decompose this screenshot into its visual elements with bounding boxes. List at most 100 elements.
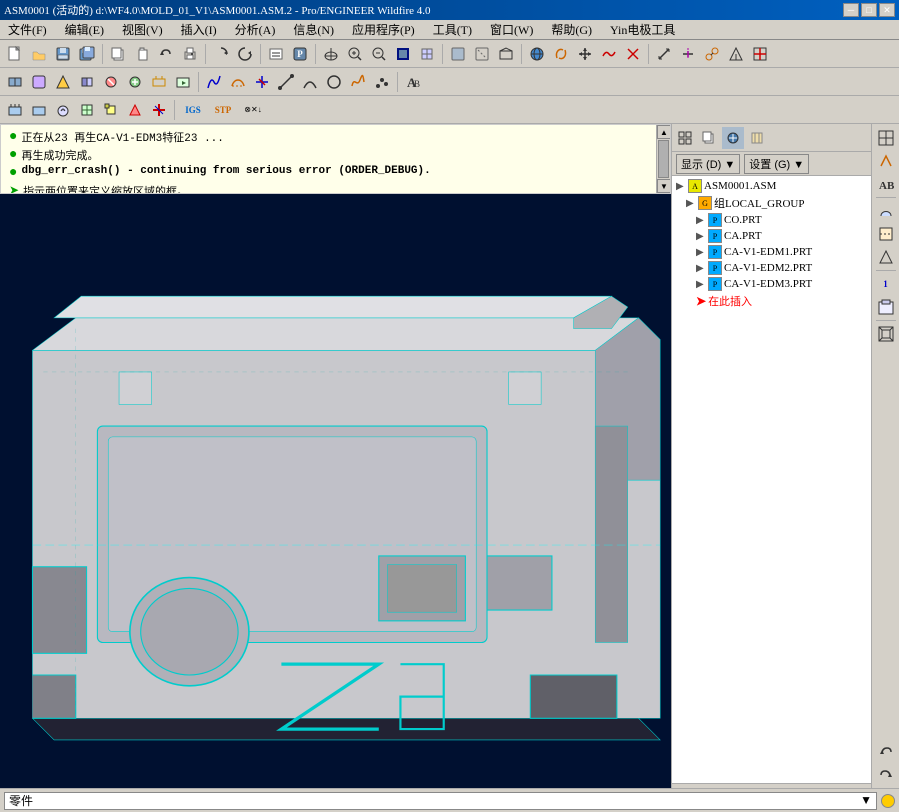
tb3-exit[interactable]: ⊗✕↓ xyxy=(239,99,267,121)
tb2-circle[interactable] xyxy=(323,71,345,93)
tb-repaint[interactable] xyxy=(392,43,414,65)
tb-measure1[interactable] xyxy=(653,43,675,65)
tb-open[interactable] xyxy=(28,43,50,65)
tb3-1[interactable] xyxy=(4,99,26,121)
tb-paste[interactable] xyxy=(131,43,153,65)
expand-edm3[interactable]: ▶ xyxy=(696,279,708,290)
tb2-text[interactable]: AB xyxy=(402,71,424,93)
rp-nav-btn[interactable] xyxy=(722,127,744,149)
tree-node-edm3[interactable]: ▶ P CA-V1-EDM3.PRT xyxy=(674,276,869,292)
sr-icon-9[interactable] xyxy=(876,324,896,344)
menu-tools[interactable]: 工具(T) xyxy=(429,19,476,40)
tb-section[interactable] xyxy=(749,43,771,65)
tb-globe[interactable] xyxy=(526,43,548,65)
sr-icon-5[interactable] xyxy=(876,224,896,244)
minimize-button[interactable]: ─ xyxy=(843,3,859,17)
tb2-4[interactable] xyxy=(76,71,98,93)
tb-params[interactable]: P xyxy=(289,43,311,65)
rp-grid-btn[interactable] xyxy=(674,127,696,149)
tb3-7[interactable] xyxy=(148,99,170,121)
viewport[interactable] xyxy=(0,194,671,788)
expand-edm2[interactable]: ▶ xyxy=(696,263,708,274)
menu-analysis[interactable]: 分析(A) xyxy=(231,19,280,40)
tb-undo2[interactable] xyxy=(155,43,177,65)
tb2-6[interactable] xyxy=(124,71,146,93)
sr-icon-2[interactable] xyxy=(876,151,896,171)
tb-hidden[interactable] xyxy=(471,43,493,65)
menu-edit[interactable]: 编辑(E) xyxy=(61,19,108,40)
tb2-crv2[interactable] xyxy=(227,71,249,93)
settings-dropdown[interactable]: 设置 (G) ▼ xyxy=(744,154,809,174)
tb-print[interactable] xyxy=(179,43,201,65)
menu-insert[interactable]: 插入(I) xyxy=(177,19,221,40)
tb-spin[interactable] xyxy=(550,43,572,65)
sr-icon-8[interactable] xyxy=(876,297,896,317)
expand-ca-prt[interactable]: ▶ xyxy=(696,231,708,242)
tb-wireframe[interactable] xyxy=(495,43,517,65)
tb2-3[interactable] xyxy=(52,71,74,93)
expand-co-prt[interactable]: ▶ xyxy=(696,215,708,226)
sr-icon-7[interactable]: 1 xyxy=(876,274,896,294)
menu-help[interactable]: 帮助(G) xyxy=(547,19,596,40)
tb-measure3[interactable] xyxy=(701,43,723,65)
tree-node-local-group[interactable]: ▶ G 组LOCAL_GROUP xyxy=(674,194,869,212)
part-selector[interactable]: 零件 ▼ xyxy=(4,792,877,810)
maximize-button[interactable]: □ xyxy=(861,3,877,17)
tb3-5[interactable] xyxy=(100,99,122,121)
tree-node-co-prt[interactable]: ▶ P CO.PRT xyxy=(674,212,869,228)
menu-apps[interactable]: 应用程序(P) xyxy=(348,19,419,40)
tree-node-asm0001[interactable]: ▶ A ASM0001.ASM xyxy=(674,178,869,194)
undo-button[interactable] xyxy=(876,741,896,761)
sr-icon-3[interactable]: AB xyxy=(876,174,896,194)
redo-button[interactable] xyxy=(876,764,896,784)
expand-local-group[interactable]: ▶ xyxy=(686,198,698,209)
tb2-spline[interactable] xyxy=(347,71,369,93)
msg-scrollbar[interactable]: ▲ ▼ xyxy=(656,125,670,193)
tb2-1[interactable] xyxy=(4,71,26,93)
tree-node-edm2[interactable]: ▶ P CA-V1-EDM2.PRT xyxy=(674,260,869,276)
tb-copy[interactable] xyxy=(107,43,129,65)
model-tree[interactable]: ▶ A ASM0001.ASM ▶ G 组LOCAL_GROUP ▶ P CO.… xyxy=(672,176,871,783)
sr-icon-1[interactable] xyxy=(876,128,896,148)
tb-pan[interactable] xyxy=(574,43,596,65)
menu-yin[interactable]: Yin电极工具 xyxy=(606,19,679,40)
message-area[interactable]: ● 正在从23 再生CA-V1-EDM3特征23 ... ● 再生成功完成。 ●… xyxy=(0,124,671,194)
sr-icon-6[interactable] xyxy=(876,247,896,267)
expand-asm0001[interactable]: ▶ xyxy=(676,181,688,192)
tb3-igs[interactable]: IGS xyxy=(179,99,207,121)
menu-view[interactable]: 视图(V) xyxy=(118,19,167,40)
close-button[interactable]: ✕ xyxy=(879,3,895,17)
tb-save-all[interactable] xyxy=(76,43,98,65)
tb3-stp[interactable]: STP xyxy=(209,99,237,121)
rp-copy-btn[interactable] xyxy=(698,127,720,149)
menu-file[interactable]: 文件(F) xyxy=(4,19,51,40)
tree-node-ca-prt[interactable]: ▶ P CA.PRT xyxy=(674,228,869,244)
tb-regen[interactable] xyxy=(210,43,232,65)
scroll-up-btn[interactable]: ▲ xyxy=(657,125,671,139)
tb-relations[interactable] xyxy=(265,43,287,65)
tree-node-insert[interactable]: ➤ 在此插入 xyxy=(674,292,869,310)
tb-shading[interactable] xyxy=(447,43,469,65)
tb-draft[interactable] xyxy=(725,43,747,65)
tb-zoom-in[interactable] xyxy=(344,43,366,65)
tb-view-orient[interactable] xyxy=(320,43,342,65)
tb-save[interactable] xyxy=(52,43,74,65)
expand-edm1[interactable]: ▶ xyxy=(696,247,708,258)
tb-measure2[interactable] xyxy=(677,43,699,65)
tb2-2[interactable] xyxy=(28,71,50,93)
menu-window[interactable]: 窗口(W) xyxy=(486,19,537,40)
tb-regen2[interactable] xyxy=(234,43,256,65)
menu-info[interactable]: 信息(N) xyxy=(289,19,338,40)
tb3-4[interactable] xyxy=(76,99,98,121)
tb2-7[interactable] xyxy=(148,71,170,93)
sr-icon-4[interactable] xyxy=(876,201,896,221)
tb2-pts[interactable] xyxy=(371,71,393,93)
display-dropdown[interactable]: 显示 (D) ▼ xyxy=(676,154,740,174)
tb3-2[interactable] xyxy=(28,99,50,121)
tb2-line[interactable] xyxy=(275,71,297,93)
tb-zoom-out[interactable] xyxy=(368,43,390,65)
tb2-8[interactable] xyxy=(172,71,194,93)
tb2-crv1[interactable] xyxy=(203,71,225,93)
tb2-crv3[interactable] xyxy=(251,71,273,93)
tb3-6[interactable] xyxy=(124,99,146,121)
